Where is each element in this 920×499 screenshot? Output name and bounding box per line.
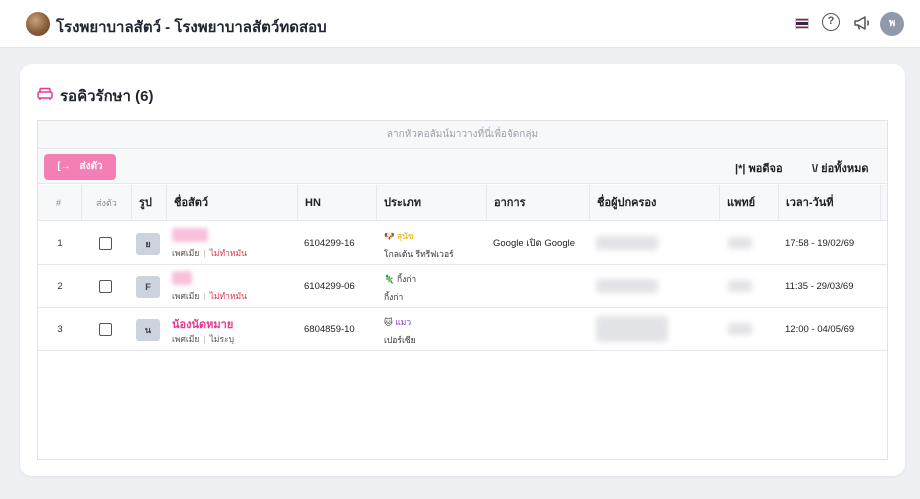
send-checkbox[interactable] xyxy=(99,237,112,250)
clinic-logo xyxy=(26,12,50,36)
pet-picture: F xyxy=(136,276,160,298)
app-title: โรงพยาบาลสัตว์ - โรงพยาบาลสัตว์ทดสอบ xyxy=(56,19,327,36)
send-button-label: ส่งตัว xyxy=(79,161,103,172)
couch-icon xyxy=(37,87,53,100)
pet-breed: โกลเด้น รีทรีฟเวอร์ xyxy=(384,249,454,259)
grid-toolbar: [→ ส่งตัว |*| พอดีจอ \/ ย่อทั้งหมด xyxy=(38,150,887,184)
pet-type: 🦎 กิ้งก่า xyxy=(384,272,416,286)
pet-details: เพศเมีย | ไม่ทำหมัน xyxy=(172,248,247,258)
card-title: รอคิวรักษา (6) xyxy=(60,88,154,105)
group-drop-zone[interactable]: ลากหัวคอลัมน์มาวางที่นี่เพื่อจัดกลุ่ม xyxy=(38,121,887,149)
pet-name[interactable]: น้องนัดหมาย xyxy=(172,315,233,333)
table-row[interactable]: 3 น น้องนัดหมาย เพศเมีย | ไม่ระบุ 6804859-… xyxy=(38,308,887,351)
pet-details: เพศเมีย | ไม่ระบุ xyxy=(172,334,235,344)
pet-type: 🐶 สุนัข xyxy=(384,229,414,243)
lizard-icon: 🦎 xyxy=(384,274,395,284)
row-index: 2 xyxy=(57,281,63,292)
pet-sex: เพศเมีย xyxy=(172,248,200,258)
doctor-name-redacted xyxy=(728,323,752,335)
pet-name-redacted xyxy=(172,271,192,285)
table-row[interactable]: 2 F เพศเมีย | ไม่ทำหมัน 6104299-06 🦎 กิ้งก… xyxy=(38,265,887,308)
dog-icon: 🐶 xyxy=(384,231,395,241)
table-row[interactable]: 1 ย เพศเมีย | ไม่ทำหมัน 6104299-16 🐶 สุนัข… xyxy=(38,222,887,265)
row-index: 3 xyxy=(57,324,63,335)
doctor-name-redacted xyxy=(728,280,752,292)
queue-datetime: 11:35 - 29/03/69 xyxy=(785,281,854,292)
queue-grid: ลากหัวคอลัมน์มาวางที่นี่เพื่อจัดกลุ่ม [→… xyxy=(37,120,888,460)
autofit-button[interactable]: |*| พอดีจอ xyxy=(735,159,783,177)
pet-type-label: สุนัข xyxy=(396,231,414,241)
column-header-pet-name[interactable]: ชื่อสัตว์ xyxy=(167,185,298,221)
column-header-owner[interactable]: ชื่อผู้ปกครอง xyxy=(590,185,720,221)
row-index: 1 xyxy=(57,238,63,249)
pet-hn: 6804859-10 xyxy=(304,324,355,335)
pet-symptom: Google เปิด Google xyxy=(493,238,575,249)
megaphone-icon[interactable] xyxy=(852,13,872,33)
pet-type: 🐱 แมว xyxy=(384,315,411,329)
queue-card: รอคิวรักษา (6) ลากหัวคอลัมน์มาวางที่นี่เ… xyxy=(20,64,905,476)
pet-name-redacted xyxy=(172,228,208,242)
help-icon[interactable]: ? xyxy=(822,13,840,31)
owner-name-redacted xyxy=(596,236,658,250)
pet-neuter-status: ไม่ทำหมัน xyxy=(209,248,247,258)
top-bar: โรงพยาบาลสัตว์ - โรงพยาบาลสัตว์ทดสอบ ? พ xyxy=(0,0,920,48)
column-header-send[interactable]: ส่งตัว xyxy=(82,185,132,221)
pet-details: เพศเมีย | ไม่ทำหมัน xyxy=(172,291,247,301)
user-avatar[interactable]: พ xyxy=(880,12,904,36)
doctor-name-redacted xyxy=(728,237,752,249)
cat-icon: 🐱 xyxy=(384,317,393,327)
pet-neuter-status: ไม่ทำหมัน xyxy=(209,291,247,301)
send-button[interactable]: [→ ส่งตัว xyxy=(44,154,116,180)
column-header-index[interactable]: # xyxy=(38,185,82,221)
column-header-doctor[interactable]: แพทย์ xyxy=(720,185,779,221)
column-header-picture[interactable]: รูป xyxy=(132,185,167,221)
owner-name-redacted xyxy=(596,316,668,342)
pet-sex: เพศเมีย xyxy=(172,334,200,344)
pet-hn: 6104299-16 xyxy=(304,238,355,249)
pet-breed: กิ้งก่า xyxy=(384,292,404,302)
send-arrow-icon: [→ xyxy=(57,161,71,172)
queue-datetime: 17:58 - 19/02/69 xyxy=(785,238,855,249)
pet-picture: น xyxy=(136,319,160,341)
column-header-hn[interactable]: HN xyxy=(298,185,377,221)
pet-neuter-status: ไม่ระบุ xyxy=(209,334,235,344)
thai-flag-icon[interactable] xyxy=(795,18,809,29)
owner-name-redacted xyxy=(596,279,658,293)
column-header-symptom[interactable]: อาการ xyxy=(487,185,590,221)
pet-breed: เปอร์เซีย xyxy=(384,335,416,345)
pet-type-label: แมว xyxy=(395,317,412,327)
collapse-all-button[interactable]: \/ ย่อทั้งหมด xyxy=(812,159,869,177)
send-checkbox[interactable] xyxy=(99,280,112,293)
column-header-datetime[interactable]: เวลา-วันที่ xyxy=(779,185,881,221)
queue-datetime: 12:00 - 04/05/69 xyxy=(785,324,855,335)
pet-hn: 6104299-06 xyxy=(304,281,355,292)
column-header-type[interactable]: ประเภท xyxy=(377,185,487,221)
pet-picture: ย xyxy=(136,233,160,255)
pet-type-label: กิ้งก่า xyxy=(396,274,417,284)
send-checkbox[interactable] xyxy=(99,323,112,336)
pet-sex: เพศเมีย xyxy=(172,291,200,301)
grid-header: # ส่งตัว รูป ชื่อสัตว์ HN ประเภท อาการ ช… xyxy=(38,185,887,221)
